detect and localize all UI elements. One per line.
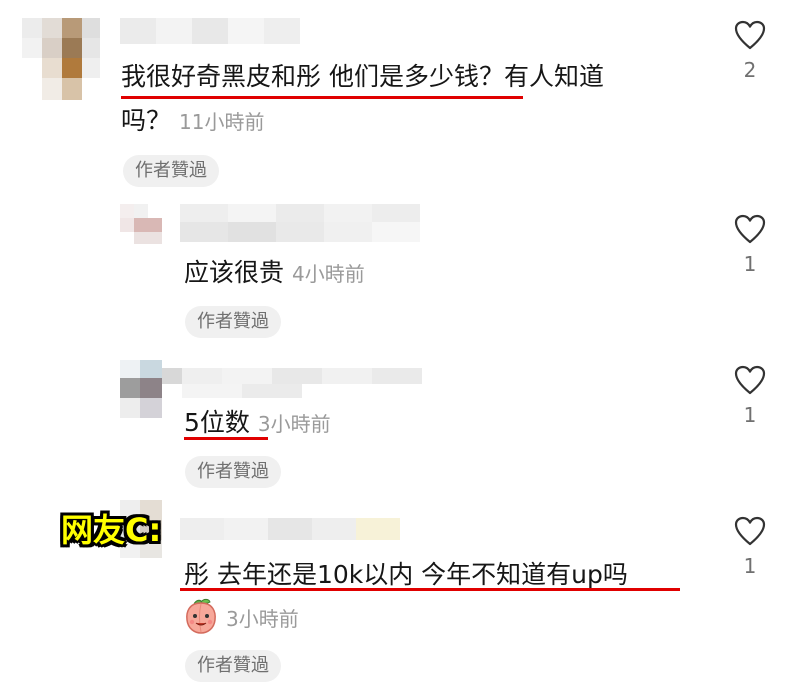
heart-outline-icon <box>734 365 766 395</box>
comment-time: 4小時前 <box>292 262 365 286</box>
comment-text-line1: 我很好奇黑皮和彤 他们是多少钱？有人知道 <box>121 62 604 91</box>
comment-time: 3小時前 <box>257 412 331 436</box>
comment-text-line2-row: 吗？ 11小時前 <box>121 104 264 139</box>
comment-time: 3小時前 <box>226 607 299 631</box>
avatar[interactable] <box>22 18 100 100</box>
heart-outline-icon <box>734 214 766 244</box>
highlight-underline <box>180 588 680 591</box>
comment-time: 11小時前 <box>179 110 265 134</box>
username-redacted[interactable] <box>180 518 400 540</box>
like-count: 2 <box>743 58 757 82</box>
like-button[interactable]: 2 <box>730 20 770 82</box>
username-redacted[interactable] <box>162 368 422 398</box>
heart-outline-icon <box>734 20 766 50</box>
comment-text-row: 应该很贵 4小時前 <box>184 256 365 291</box>
like-count: 1 <box>743 252 757 276</box>
heart-outline-icon <box>734 516 766 546</box>
like-count: 1 <box>743 554 757 578</box>
username-redacted[interactable] <box>180 204 420 242</box>
like-button[interactable]: 1 <box>730 516 770 578</box>
highlight-underline <box>121 96 523 99</box>
comment-text-line2: 吗？ <box>121 106 172 135</box>
author-liked-badge: 作者贊過 <box>123 155 219 187</box>
username-redacted[interactable] <box>120 18 300 44</box>
highlight-underline <box>184 437 268 440</box>
author-liked-badge: 作者贊過 <box>185 456 281 488</box>
comment-text: 5位数 <box>184 408 250 437</box>
author-liked-badge: 作者贊過 <box>185 306 281 338</box>
comment-text: 应该很贵 <box>184 258 285 287</box>
comment-text: 我很好奇黑皮和彤 他们是多少钱？有人知道 <box>121 60 604 94</box>
like-button[interactable]: 1 <box>730 214 770 276</box>
peach-face-icon <box>186 598 216 634</box>
comment-text: 彤 去年还是10k以内 今年不知道有up吗 <box>184 560 628 589</box>
comment-text-row: 5位数 3小時前 <box>184 406 331 441</box>
author-liked-badge: 作者贊過 <box>185 650 281 682</box>
avatar[interactable] <box>120 204 162 244</box>
commenter-label: 网友C: <box>61 511 162 549</box>
avatar[interactable] <box>120 360 162 418</box>
like-count: 1 <box>743 403 757 427</box>
like-button[interactable]: 1 <box>730 365 770 427</box>
